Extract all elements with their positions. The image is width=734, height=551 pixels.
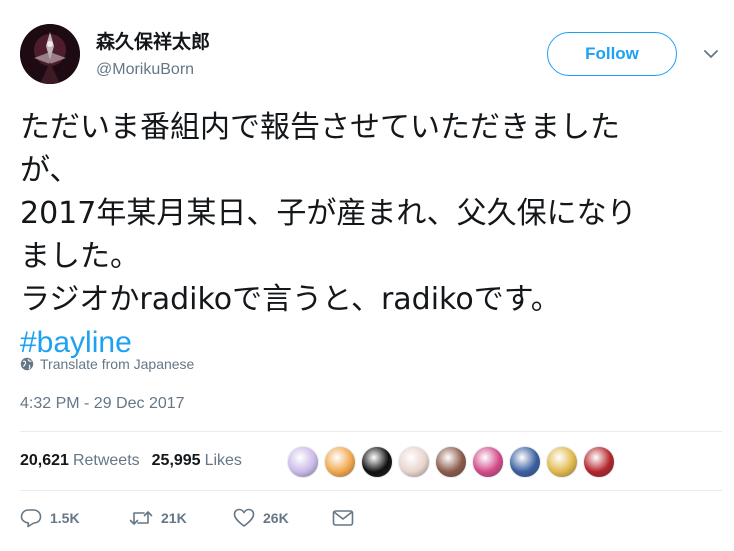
direct-message-button[interactable]	[332, 509, 354, 527]
liker-avatar[interactable]	[287, 446, 319, 478]
liker-avatar[interactable]	[509, 446, 541, 478]
retweets-count[interactable]: 20,621	[20, 452, 69, 470]
avatar[interactable]	[20, 24, 80, 84]
follow-button[interactable]: Follow	[547, 32, 677, 76]
liker-avatars	[287, 446, 615, 478]
tweet-line: ただいま番組内で報告させていただきました	[20, 110, 620, 145]
tweet-line: ました。	[20, 239, 140, 274]
like-count: 26K	[263, 510, 289, 526]
tweet-line: が、	[20, 153, 80, 188]
reply-count: 1.5K	[50, 510, 80, 526]
liker-avatar[interactable]	[546, 446, 578, 478]
reply-icon	[20, 509, 42, 528]
retweets-label[interactable]: Retweets	[73, 452, 140, 470]
retweet-button[interactable]: 21K	[129, 509, 233, 527]
reply-button[interactable]: 1.5K	[20, 508, 129, 528]
like-button[interactable]: 26K	[233, 508, 332, 528]
liker-avatar[interactable]	[398, 446, 430, 478]
liker-avatar[interactable]	[472, 446, 504, 478]
display-name[interactable]: 森久保祥太郎	[96, 30, 210, 54]
liker-avatar[interactable]	[361, 446, 393, 478]
tweet-line: ラジオかradikoで言うと、radikoです。	[20, 282, 561, 317]
translate-link[interactable]: Translate from Japanese	[20, 356, 194, 372]
liker-avatar[interactable]	[435, 446, 467, 478]
envelope-icon	[332, 510, 354, 526]
tweet-text: ただいま番組内で報告させていただきました が、 2017年某月某日、子が産まれ、…	[20, 106, 720, 364]
translate-label: Translate from Japanese	[40, 356, 195, 372]
likes-count[interactable]: 25,995	[152, 452, 201, 470]
liker-avatar[interactable]	[324, 446, 356, 478]
divider	[20, 431, 722, 432]
globe-icon	[20, 357, 34, 371]
likes-label[interactable]: Likes	[205, 452, 242, 470]
timestamp[interactable]: 4:32 PM - 29 Dec 2017	[20, 395, 185, 413]
tweet-actions: 1.5K 21K 26K	[20, 508, 354, 528]
divider	[20, 490, 722, 491]
tweet-stats: 20,621 Retweets 25,995 Likes	[20, 448, 254, 474]
liker-avatar[interactable]	[583, 446, 615, 478]
more-options-chevron-down-icon[interactable]	[701, 44, 721, 64]
heart-icon	[233, 508, 255, 527]
retweet-count: 21K	[161, 510, 187, 526]
user-handle[interactable]: @MorikuBorn	[96, 59, 194, 81]
retweet-icon	[129, 511, 153, 525]
tweet-line: 2017年某月某日、子が産まれ、父久保になり	[20, 196, 637, 231]
